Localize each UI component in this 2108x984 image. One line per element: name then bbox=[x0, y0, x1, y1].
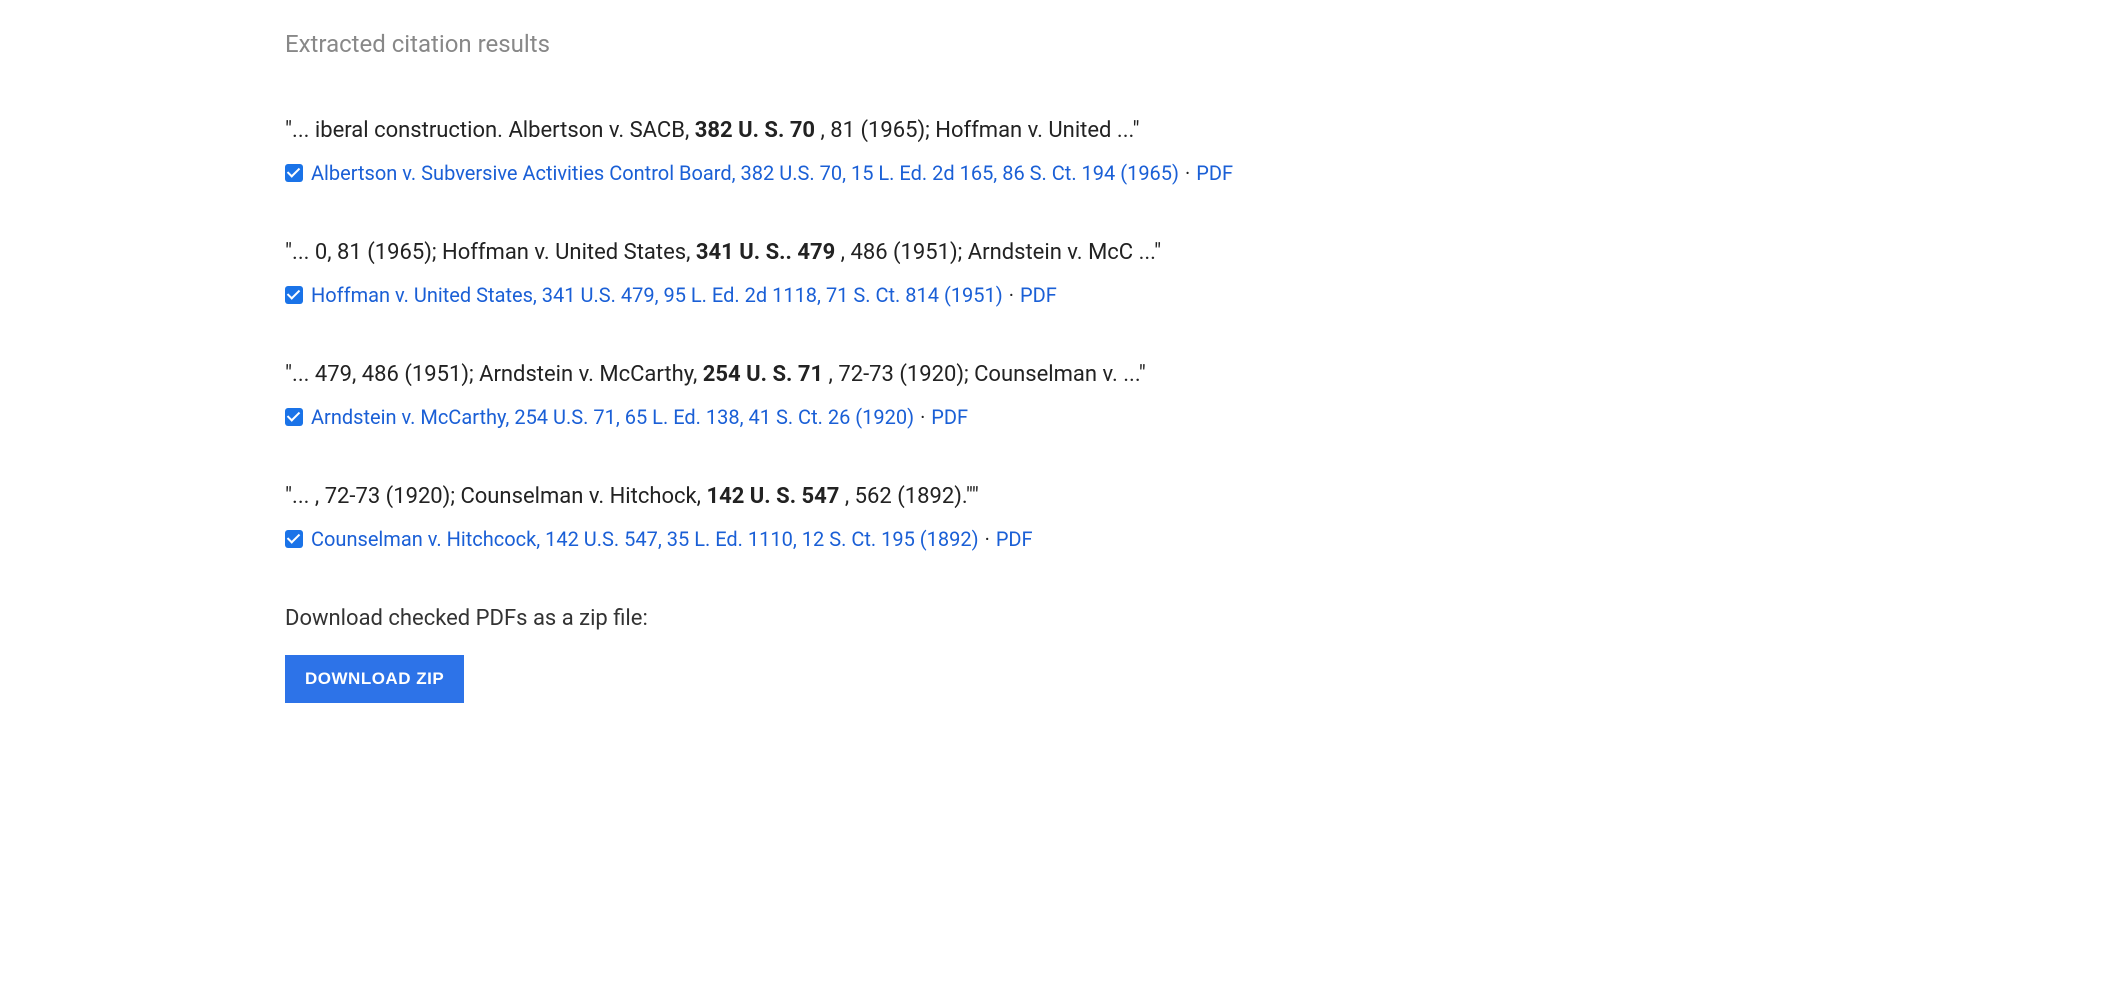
result-link-row: Counselman v. Hitchcock, 142 U.S. 547, 3… bbox=[285, 527, 2108, 551]
pdf-link[interactable]: PDF bbox=[1020, 283, 1057, 307]
context-prefix: "... 479, 486 (1951); Arndstein v. McCar… bbox=[285, 362, 703, 387]
pdf-link[interactable]: PDF bbox=[996, 527, 1033, 551]
case-link[interactable]: Hoffman v. United States, 341 U.S. 479, … bbox=[311, 283, 1003, 307]
separator: · bbox=[1009, 283, 1014, 307]
case-link[interactable]: Counselman v. Hitchcock, 142 U.S. 547, 3… bbox=[311, 527, 979, 551]
separator: · bbox=[985, 527, 990, 551]
citation-context: "... 479, 486 (1951); Arndstein v. McCar… bbox=[285, 362, 2108, 387]
download-prompt: Download checked PDFs as a zip file: bbox=[285, 606, 2108, 631]
citation-context: "... 0, 81 (1965); Hoffman v. United Sta… bbox=[285, 240, 2108, 265]
result-checkbox[interactable] bbox=[285, 286, 303, 304]
citation-context: "... iberal construction. Albertson v. S… bbox=[285, 118, 2108, 143]
result-block: "... 479, 486 (1951); Arndstein v. McCar… bbox=[285, 362, 2108, 429]
context-suffix: , 81 (1965); Hoffman v. United ..." bbox=[815, 118, 1139, 143]
separator: · bbox=[1185, 161, 1190, 185]
result-block: "... iberal construction. Albertson v. S… bbox=[285, 118, 2108, 185]
context-bold-citation: 382 U. S. 70 bbox=[695, 118, 815, 143]
result-checkbox[interactable] bbox=[285, 408, 303, 426]
section-title: Extracted citation results bbox=[285, 30, 2108, 58]
context-bold-citation: 254 U. S. 71 bbox=[703, 362, 823, 387]
context-suffix: , 562 (1892)."" bbox=[839, 484, 978, 509]
result-link-row: Albertson v. Subversive Activities Contr… bbox=[285, 161, 2108, 185]
separator: · bbox=[920, 405, 925, 429]
context-prefix: "... iberal construction. Albertson v. S… bbox=[285, 118, 695, 143]
context-bold-citation: 142 U. S. 547 bbox=[706, 484, 839, 509]
case-link[interactable]: Arndstein v. McCarthy, 254 U.S. 71, 65 L… bbox=[311, 405, 914, 429]
context-suffix: , 486 (1951); Arndstein v. McC ..." bbox=[835, 240, 1161, 265]
result-checkbox[interactable] bbox=[285, 530, 303, 548]
result-link-row: Arndstein v. McCarthy, 254 U.S. 71, 65 L… bbox=[285, 405, 2108, 429]
context-prefix: "... 0, 81 (1965); Hoffman v. United Sta… bbox=[285, 240, 696, 265]
pdf-link[interactable]: PDF bbox=[1196, 161, 1233, 185]
context-suffix: , 72-73 (1920); Counselman v. ..." bbox=[823, 362, 1146, 387]
pdf-link[interactable]: PDF bbox=[931, 405, 968, 429]
context-prefix: "... , 72-73 (1920); Counselman v. Hitch… bbox=[285, 484, 706, 509]
citation-context: "... , 72-73 (1920); Counselman v. Hitch… bbox=[285, 484, 2108, 509]
result-block: "... 0, 81 (1965); Hoffman v. United Sta… bbox=[285, 240, 2108, 307]
case-link[interactable]: Albertson v. Subversive Activities Contr… bbox=[311, 161, 1179, 185]
result-checkbox[interactable] bbox=[285, 164, 303, 182]
result-block: "... , 72-73 (1920); Counselman v. Hitch… bbox=[285, 484, 2108, 551]
download-zip-button[interactable]: DOWNLOAD ZIP bbox=[285, 655, 464, 703]
context-bold-citation: 341 U. S.. 479 bbox=[696, 240, 835, 265]
result-link-row: Hoffman v. United States, 341 U.S. 479, … bbox=[285, 283, 2108, 307]
